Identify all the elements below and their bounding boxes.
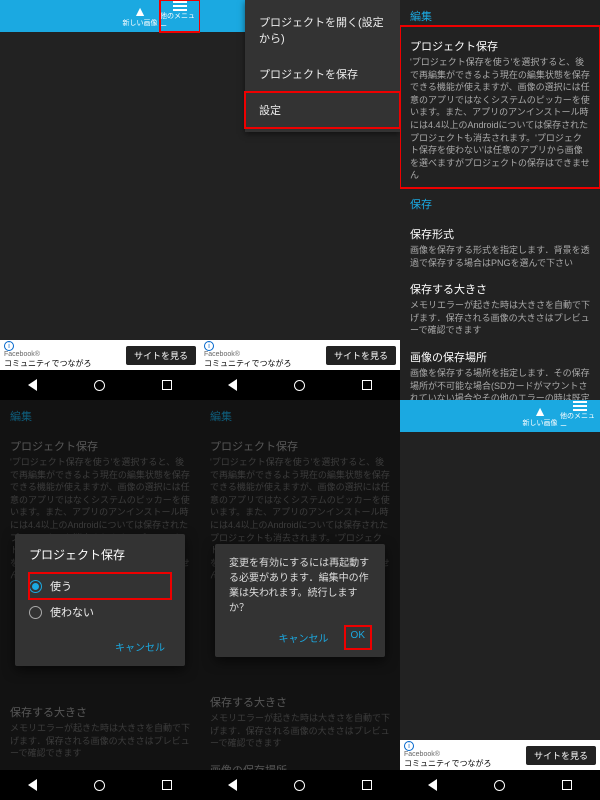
back-button[interactable] (28, 779, 37, 791)
menu-button[interactable]: 他のメニュー (560, 400, 600, 432)
ad-cta-button[interactable]: サイトを見る (526, 746, 596, 765)
menu-save-project[interactable]: プロジェクトを保存 (245, 56, 400, 92)
recent-button[interactable] (562, 780, 572, 790)
ad-cta-button[interactable]: サイトを見る (326, 346, 396, 365)
setting-desc: 画像を保存する形式を指定します．背景を透過で保存する場合はPNGを選んで下さい (410, 244, 590, 269)
setting-project-save[interactable]: プロジェクト保存 'プロジェクト保存を使う'を選択すると、後で再編集ができるよう… (400, 26, 600, 188)
android-navbar (400, 770, 600, 800)
back-button[interactable] (228, 779, 237, 791)
app-topbar: ▲ 新しい画像 他のメニュー (0, 0, 200, 32)
new-image-label: 新しい画像 (523, 418, 558, 428)
home-button[interactable] (294, 780, 305, 791)
dialog-scrim[interactable]: 変更を有効にするには再起動する必要があります．編集中の作業は失われます。続行しま… (200, 400, 400, 800)
screen-3: 編集 プロジェクト保存 'プロジェクト保存を使う'を選択すると、後で再編集ができ… (400, 0, 600, 400)
overflow-menu: プロジェクトを開く(設定から) プロジェクトを保存 設定 (245, 0, 400, 132)
info-icon: i (404, 741, 414, 751)
setting-title: プロジェクト保存 (410, 38, 590, 54)
settings-header-save: 保存 (400, 188, 600, 214)
dialog-title: プロジェクト保存 (29, 546, 171, 563)
ad-brand: Facebook® (4, 351, 92, 358)
screen-1: ▲ 新しい画像 他のメニュー i Facebook® コミュニティでつながろ サ… (0, 0, 200, 400)
setting-title: 保存する大きさ (410, 281, 590, 297)
home-button[interactable] (294, 380, 305, 391)
ad-cta-button[interactable]: サイトを見る (126, 346, 196, 365)
project-save-dialog: プロジェクト保存 使う 使わない キャンセル (15, 534, 185, 666)
recent-button[interactable] (162, 380, 172, 390)
ad-text: コミュニティでつながろ (204, 359, 292, 368)
ok-button[interactable]: OK (345, 626, 371, 649)
setting-desc: 画像を保存する場所を指定します．その保存場所が不可能な場合(SDカードがマウント… (410, 367, 590, 400)
new-image-button[interactable]: ▲ 新しい画像 (520, 400, 560, 432)
setting-desc: 'プロジェクト保存を使う'を選択すると、後で再編集ができるよう現在の編集状態を保… (410, 56, 590, 182)
setting-size[interactable]: 保存する大きさ メモリエラーが起きた時は大きさを自動で下げます．保存される画像の… (400, 269, 600, 337)
android-navbar (0, 370, 200, 400)
home-button[interactable] (94, 380, 105, 391)
dialog-message: 変更を有効にするには再起動する必要があります．編集中の作業は失われます。続行しま… (229, 556, 371, 616)
setting-location[interactable]: 画像の保存場所 画像を保存する場所を指定します．その保存場所が不可能な場合(SD… (400, 337, 600, 400)
cancel-button[interactable]: キャンセル (273, 626, 335, 649)
ad-brand: Facebook® (204, 351, 292, 358)
setting-title: 保存形式 (410, 226, 590, 242)
radio-not-use[interactable]: 使わない (29, 599, 171, 625)
setting-title: 画像の保存場所 (410, 349, 590, 365)
ad-banner[interactable]: i Facebook® コミュニティでつながろ サイトを見る (0, 340, 200, 370)
setting-format[interactable]: 保存形式 画像を保存する形式を指定します．背景を透過で保存する場合はPNGを選ん… (400, 214, 600, 269)
screen-6: ▲ 新しい画像 他のメニュー i Facebook® コミュニティでつながろ サ… (400, 400, 600, 800)
confirm-restart-dialog: 変更を有効にするには再起動する必要があります．編集中の作業は失われます。続行しま… (215, 544, 385, 657)
ad-banner[interactable]: i Facebook® コミュニティでつながろ サイトを見る (400, 740, 600, 770)
android-navbar (0, 770, 200, 800)
ad-text: コミュニティでつながろ (4, 359, 92, 368)
recent-button[interactable] (362, 780, 372, 790)
menu-settings[interactable]: 設定 (245, 92, 400, 128)
menu-open-project[interactable]: プロジェクトを開く(設定から) (245, 4, 400, 56)
ad-text: コミュニティでつながろ (404, 759, 492, 768)
screen-5: 編集 プロジェクト保存 'プロジェクト保存を使う'を選択すると、後で再編集ができ… (200, 400, 400, 800)
screen-4: 編集 プロジェクト保存 'プロジェクト保存を使う'を選択すると、後で再編集ができ… (0, 400, 200, 800)
home-button[interactable] (94, 780, 105, 791)
radio-icon-checked (29, 580, 42, 593)
new-image-button[interactable]: ▲ 新しい画像 (120, 0, 160, 32)
menu-label: 他のメニュー (560, 411, 600, 431)
hamburger-icon (173, 1, 187, 11)
recent-button[interactable] (362, 380, 372, 390)
android-navbar (200, 770, 400, 800)
cancel-button[interactable]: キャンセル (109, 635, 171, 658)
back-button[interactable] (28, 379, 37, 391)
ad-banner[interactable]: i Facebook® コミュニティでつながろ サイトを見る (200, 340, 400, 370)
android-navbar (200, 370, 400, 400)
dialog-scrim[interactable]: プロジェクト保存 使う 使わない キャンセル (0, 400, 200, 800)
ad-brand: Facebook® (404, 751, 492, 758)
home-button[interactable] (494, 780, 505, 791)
info-icon: i (4, 341, 14, 351)
setting-desc: メモリエラーが起きた時は大きさを自動で下げます．保存される画像の大きさはプレビュ… (410, 299, 590, 337)
screen-2: プロジェクトを開く(設定から) プロジェクトを保存 設定 i Facebook®… (200, 0, 400, 400)
back-button[interactable] (428, 779, 437, 791)
app-topbar: ▲ 新しい画像 他のメニュー (400, 400, 600, 432)
image-icon: ▲ (133, 4, 147, 18)
menu-button[interactable]: 他のメニュー (160, 0, 200, 32)
radio-use[interactable]: 使う (29, 573, 171, 599)
radio-icon-unchecked (29, 606, 42, 619)
image-icon: ▲ (533, 404, 547, 418)
settings-header-edit: 編集 (400, 0, 600, 26)
new-image-label: 新しい画像 (123, 18, 158, 28)
hamburger-icon (573, 401, 587, 411)
recent-button[interactable] (162, 780, 172, 790)
radio-label: 使う (50, 578, 72, 594)
radio-label: 使わない (50, 604, 94, 620)
info-icon: i (204, 341, 214, 351)
back-button[interactable] (228, 379, 237, 391)
menu-label: 他のメニュー (160, 11, 200, 31)
